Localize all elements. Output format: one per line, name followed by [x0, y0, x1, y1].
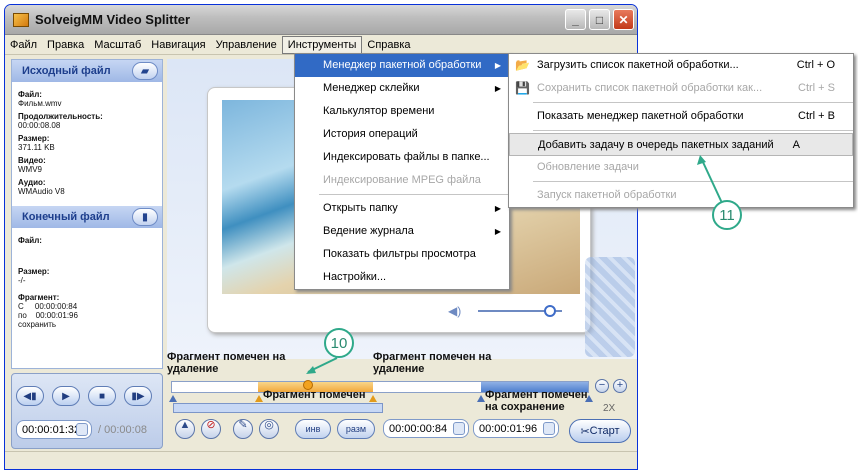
callout-10-arrowhead — [306, 366, 316, 374]
callout-11: 11 — [712, 200, 742, 230]
callout-arrows — [306, 155, 723, 374]
callout-10: 10 — [324, 328, 354, 358]
callout-11-arrow — [701, 159, 723, 204]
